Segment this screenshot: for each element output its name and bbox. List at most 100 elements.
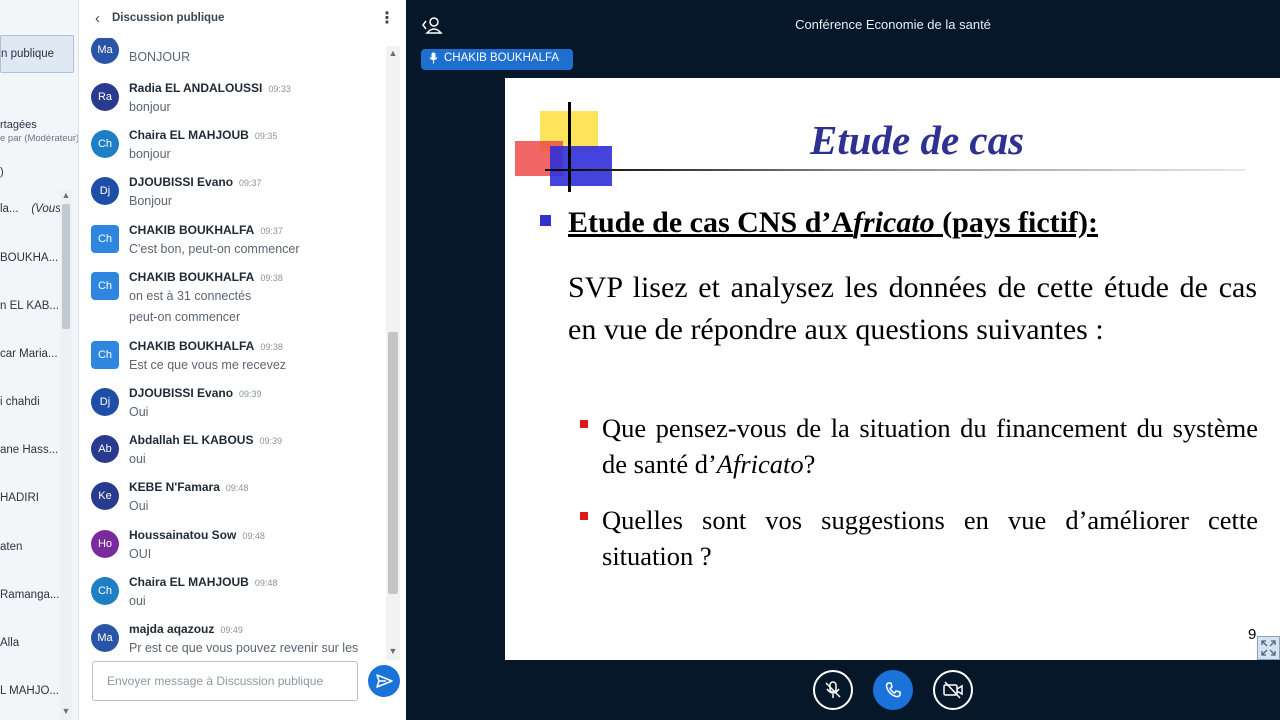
message-time: 09:38: [260, 342, 283, 352]
fullscreen-icon: [1261, 640, 1276, 656]
scroll-up-arrow-icon[interactable]: ▲: [60, 190, 72, 200]
user-item[interactable]: i chahdi: [0, 396, 40, 408]
message-time: 09:48: [254, 578, 278, 588]
sender-name: Chaira EL MAHJOUB: [129, 128, 249, 142]
public-chat-entry[interactable]: n publique: [0, 35, 74, 73]
user-presenter-icon: [422, 17, 443, 34]
slide-heading: Etude de cas CNS d’Africato (pays fictif…: [568, 206, 1098, 240]
users-count: ): [0, 166, 4, 178]
microphone-icon: [429, 52, 438, 64]
meeting-title: Conférence Economie de la santé: [795, 17, 991, 32]
avatar: Ch: [91, 272, 119, 300]
message-time: 09:37: [260, 226, 283, 236]
bullet-marker: [580, 420, 588, 428]
sender-name: CHAKIB BOUKHALFA: [129, 339, 255, 353]
message-time: 09:38: [260, 273, 283, 283]
back-chevron-icon[interactable]: ‹: [95, 10, 100, 27]
question-italic-text: Africato: [716, 449, 804, 479]
message-list: Ma BONJOUR Ra Radia EL ANDALOUSSI 09:33 b…: [79, 38, 389, 658]
leave-audio-button[interactable]: [873, 670, 913, 710]
message-text: BONJOUR: [129, 50, 191, 64]
slide-logo-line: [568, 102, 571, 192]
slide-title: Etude de cas: [810, 117, 1025, 163]
user-list-scrollbar[interactable]: ▲ ▼: [60, 190, 72, 720]
shared-notes-subtitle: e par (Modérateur): [0, 133, 79, 144]
scrollbar-thumb[interactable]: [388, 332, 398, 594]
slide-question-1: Que pensez-vous de la situation du finan…: [602, 410, 1258, 482]
chat-panel: ‹ Discussion publique ⋮ Ma BONJOUR Ra Ra…: [79, 0, 406, 720]
message-text: bonjour: [129, 100, 171, 114]
user-item[interactable]: car Maria...: [0, 348, 58, 360]
avatar: Ch: [91, 577, 119, 605]
user-item[interactable]: ane Hass...: [0, 444, 58, 456]
user-item[interactable]: la... (Vous): [0, 203, 65, 215]
avatar: Ma: [91, 38, 119, 64]
user-item[interactable]: Ramanga...: [0, 589, 59, 601]
message-text: on est à 31 connectés: [129, 289, 252, 303]
message-text: Est ce que vous me recevez: [129, 358, 287, 372]
user-item[interactable]: L MAHJO...: [0, 685, 59, 697]
scroll-down-arrow-icon[interactable]: ▼: [386, 646, 400, 656]
user-item[interactable]: BOUKHA...: [0, 252, 58, 264]
scroll-down-arrow-icon[interactable]: ▼: [60, 706, 72, 716]
message-text: C'est bon, peut-on commencer: [129, 242, 300, 256]
scrollbar-thumb[interactable]: [62, 204, 70, 329]
chat-message-input[interactable]: Envoyer message à Discussion publique: [92, 661, 358, 701]
message-text: peut-on commencer: [129, 310, 241, 324]
message-text: Oui: [129, 499, 149, 513]
more-options-icon[interactable]: ⋮: [379, 8, 395, 28]
sender-name: Chaira EL MAHJOUB: [129, 575, 249, 589]
sender-name: Abdallah EL KABOUS: [129, 433, 254, 447]
message-time: 09:39: [239, 389, 262, 399]
message-time: 09:39: [259, 436, 282, 446]
heading-text: (pays fictif):: [934, 206, 1098, 239]
user-item[interactable]: Alla: [0, 637, 19, 649]
message-time: 09:48: [242, 531, 265, 541]
user-item[interactable]: aten: [0, 541, 22, 553]
slide-paragraph: SVP lisez et analysez les données de cet…: [568, 271, 1257, 346]
avatar: Ra: [91, 83, 119, 111]
avatar: Ch: [91, 225, 119, 253]
avatar: Dj: [91, 177, 119, 205]
talking-indicator[interactable]: CHAKIB BOUKHALFA: [421, 49, 573, 70]
chat-scrollbar[interactable]: ▲ ▼: [386, 46, 400, 660]
user-item[interactable]: HADIRI: [0, 492, 39, 504]
message-text: Pr est ce que vous pouvez revenir sur le…: [129, 641, 359, 655]
heading-italic-text: fricato: [853, 206, 935, 239]
talker-name: CHAKIB BOUKHALFA: [444, 52, 560, 65]
avatar: Ab: [91, 435, 119, 463]
message-text: OUI: [129, 547, 152, 561]
avatar: Ch: [91, 130, 119, 158]
message-time: 09:33: [268, 84, 291, 94]
question-text: ?: [803, 449, 816, 479]
bullet-marker: [580, 512, 588, 520]
sender-name: KEBE N'Famara: [129, 480, 220, 494]
avatar: Ma: [91, 624, 119, 652]
fullscreen-button[interactable]: [1257, 636, 1280, 660]
presenter-toggle-button[interactable]: [421, 15, 443, 40]
sender-name: Houssainatou Sow: [129, 528, 237, 542]
scroll-up-arrow-icon[interactable]: ▲: [386, 48, 400, 58]
user-item[interactable]: n EL KAB...: [0, 300, 59, 312]
mute-microphone-button[interactable]: [813, 670, 853, 710]
message-time: 09:37: [239, 178, 262, 188]
shared-notes-entry[interactable]: rtagées: [0, 119, 37, 131]
avatar: Ch: [91, 341, 119, 369]
presentation-slide: Etude de cas Etude de cas CNS d’Africato…: [505, 78, 1280, 660]
question-text: Que pensez-vous de la situation du finan…: [602, 413, 1258, 479]
sender-name: majda aqazouz: [129, 622, 215, 636]
sender-name: CHAKIB BOUKHALFA: [129, 270, 255, 284]
chat-title[interactable]: Discussion publique: [112, 12, 224, 24]
message-text: Oui: [129, 405, 149, 419]
microphone-muted-icon: [825, 681, 841, 698]
user-list-panel: n publique rtagées e par (Modérateur) ) …: [0, 0, 79, 720]
avatar: Dj: [91, 388, 119, 416]
heading-text: Etude de cas CNS d’A: [568, 206, 854, 239]
slide-question-2: Quelles sont vos suggestions en vue d’am…: [602, 505, 1258, 571]
send-icon: [376, 674, 393, 688]
send-button[interactable]: [368, 665, 400, 697]
message-time: 09:49: [220, 625, 243, 635]
avatar: Ho: [91, 530, 119, 558]
slide-logo-decoration: [550, 146, 612, 186]
share-webcam-button[interactable]: [933, 670, 973, 710]
